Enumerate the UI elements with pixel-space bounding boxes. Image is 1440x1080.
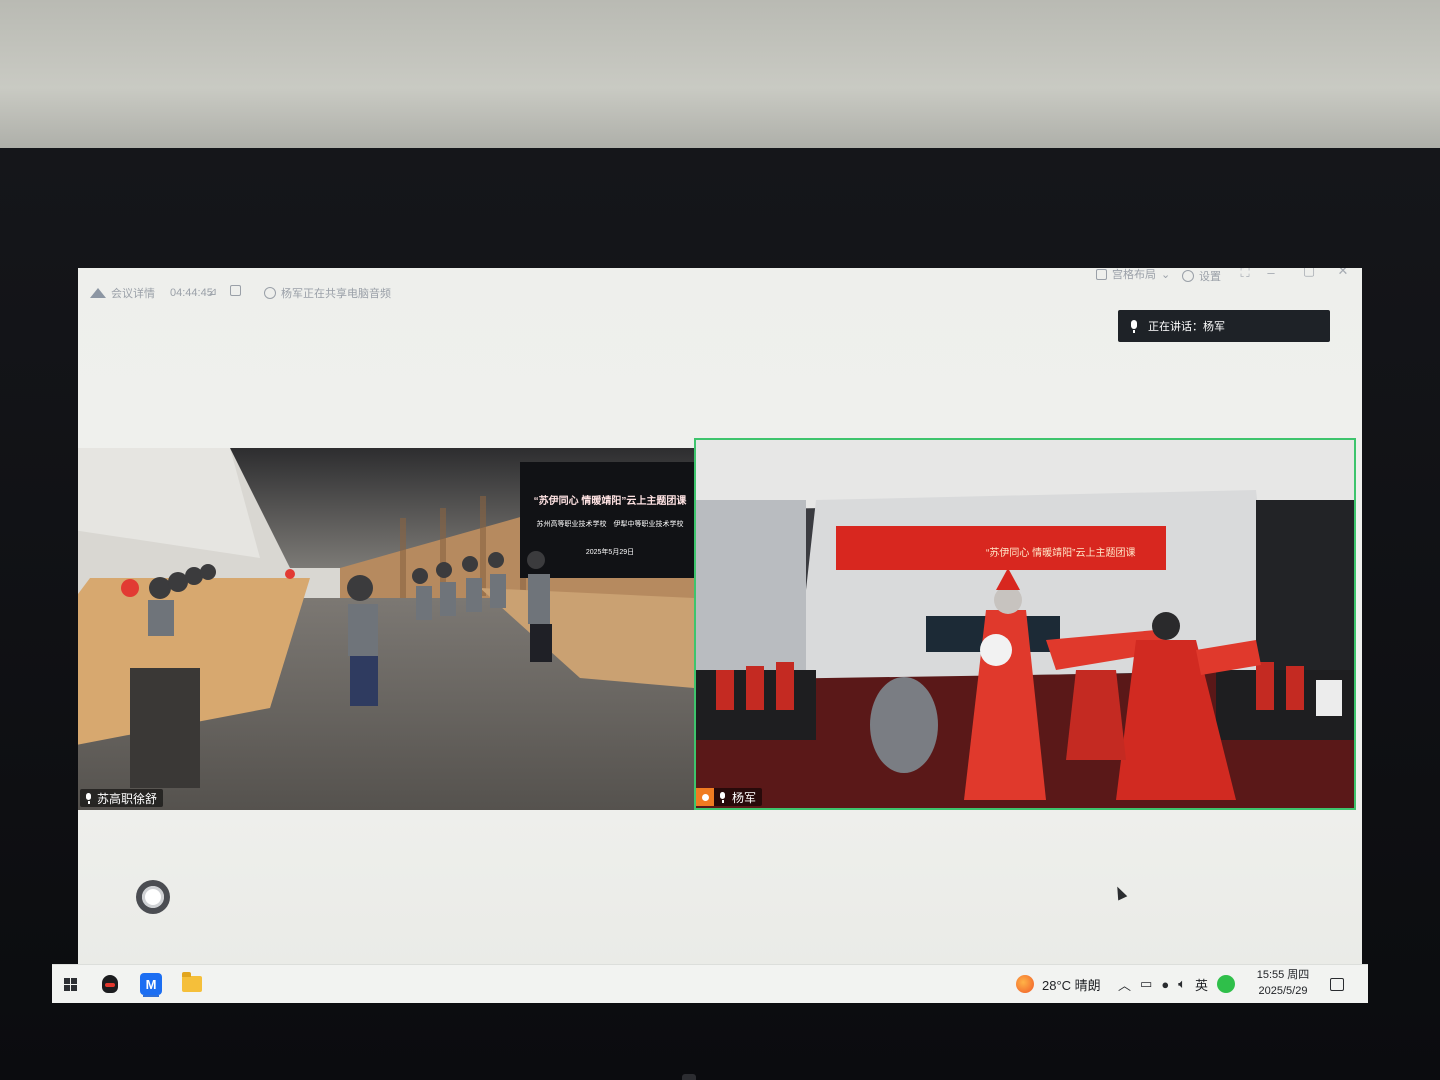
meeting-duration: 04:44:45: [170, 287, 213, 299]
active-indicator: [143, 995, 159, 997]
volume-icon[interactable]: 🔈︎: [1178, 976, 1186, 992]
microphone-icon: [720, 791, 726, 803]
microphone-icon: [1130, 319, 1138, 333]
maximize-icon[interactable]: ▢: [1302, 268, 1316, 278]
participant-name: 杨军: [732, 790, 757, 805]
layout-button[interactable]: 宫格布局 ⌄: [1096, 268, 1171, 281]
app-title[interactable]: 会议详情 04:44:45: [90, 285, 213, 301]
participant-name-tag-left: 苏高职徐舒: [80, 789, 164, 807]
fullscreen-icon[interactable]: ⛶: [1238, 268, 1252, 280]
banner-title-right: “苏伊同心 情暖靖阳”云上主题团课: [986, 548, 1136, 559]
monitor-camera-notch: [682, 1074, 696, 1080]
banner-date: 2025年5月29日: [585, 549, 635, 556]
weather-sun-icon: [1016, 975, 1034, 993]
ime-indicator[interactable]: 英: [1195, 975, 1208, 994]
file-explorer-button[interactable]: [178, 970, 206, 998]
notification-icon: [1330, 977, 1344, 991]
mouse-pointer-icon: [1112, 884, 1128, 901]
settings-label: 设置: [1199, 271, 1221, 283]
app-name: 会议详情: [111, 288, 155, 300]
signal-icon: ⊿: [208, 286, 218, 298]
speaking-label: 正在讲话：杨军: [1148, 321, 1225, 333]
taskbar: M 28°C 晴朗 ︿ ▭ ● 🔈︎ 英 15:55 周四 2025/5/29: [52, 964, 1368, 1003]
banner-title: “苏伊同心 情暖靖阳”云上主题团课: [533, 496, 687, 507]
settings-button[interactable]: 设置: [1182, 268, 1221, 284]
close-icon[interactable]: ✕: [1336, 268, 1350, 278]
gear-icon: [1182, 270, 1194, 282]
dance-video-feed: [696, 440, 1354, 808]
layout-label: 宫格布局: [1112, 269, 1156, 281]
banner-schools: 苏州高等职业技术学校 伊犁中等职业技术学校: [536, 521, 684, 528]
room-wall: [0, 0, 1440, 160]
banner-screen: “苏伊同心 情暖靖阳”云上主题团课 苏州高等职业技术学校 伊犁中等职业技术学校 …: [522, 470, 694, 570]
share-link-icon[interactable]: [230, 285, 241, 296]
windows-start-icon: [63, 977, 77, 991]
clock-date: 2025/5/29: [1258, 985, 1308, 997]
notification-button[interactable]: [1330, 965, 1344, 1003]
meeting-app-button[interactable]: M: [137, 970, 165, 998]
meeting-app-icon: M: [140, 973, 162, 995]
title-bar: 会议详情 04:44:45 ⊿ 杨军正在共享电脑音频 宫格布局 ⌄ 设置 ⛶ –…: [78, 268, 1362, 308]
meeting-window: 会议详情 04:44:45 ⊿ 杨军正在共享电脑音频 宫格布局 ⌄ 设置 ⛶ –…: [78, 268, 1362, 1000]
qq-app-button[interactable]: [96, 970, 124, 998]
clock-time: 15:55 周四: [1256, 969, 1310, 981]
minimize-icon[interactable]: –: [1264, 268, 1278, 280]
share-notice: 杨军正在共享电脑音频: [264, 285, 391, 301]
chevron-up-icon[interactable]: ︿: [1118, 975, 1131, 994]
touch-cursor-icon: [136, 880, 170, 914]
system-tray: ︿ ▭ ● 🔈︎ 英: [1118, 965, 1235, 1003]
file-explorer-icon: [182, 972, 202, 992]
video-tile-left[interactable]: “苏伊同心 情暖靖阳”云上主题团课 苏州高等职业技术学校 伊犁中等职业技术学校 …: [78, 448, 694, 810]
weather-widget[interactable]: 28°C 晴朗: [1016, 965, 1101, 1003]
participant-name: 苏高职徐舒: [97, 791, 158, 806]
microphone-tray-icon[interactable]: ●: [1161, 977, 1169, 992]
start-button[interactable]: [56, 970, 84, 998]
chat-app-tray-icon[interactable]: [1217, 975, 1235, 993]
chevron-down-icon: ⌄: [1161, 268, 1171, 281]
network-icon[interactable]: ▭: [1140, 976, 1152, 992]
participant-name-tag-right: 杨军: [696, 788, 763, 806]
audio-share-icon: [264, 287, 276, 299]
qq-icon: [102, 975, 118, 993]
avatar-icon: [696, 788, 714, 806]
grid-layout-icon: [1096, 268, 1107, 280]
clock[interactable]: 15:55 周四 2025/5/29: [1248, 967, 1318, 999]
microphone-icon: [86, 792, 92, 804]
video-tile-right-active-speaker[interactable]: “苏伊同心 情暖靖阳”云上主题团课 杨军: [694, 438, 1356, 810]
speaking-indicator: 正在讲话：杨军: [1118, 310, 1330, 342]
weather-text: 28°C 晴朗: [1042, 977, 1101, 993]
meeting-logo-icon: [90, 288, 106, 298]
share-notice-text: 杨军正在共享电脑音频: [281, 288, 391, 300]
